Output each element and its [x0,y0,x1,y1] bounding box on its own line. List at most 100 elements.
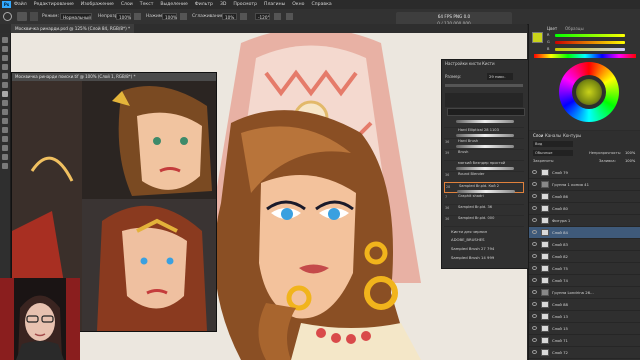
layer-row[interactable]: Слой 15 [529,323,640,335]
brush-folder[interactable]: ADOBE_BRUSHES [444,236,524,243]
layer-row[interactable]: Слой 72 [529,347,640,359]
brush-tip-strip[interactable] [445,93,523,107]
menu-file[interactable]: Файл [14,2,27,7]
visibility-eye-icon[interactable] [532,254,537,258]
lasso-tool-icon[interactable] [2,55,8,61]
brush-tool-icon[interactable] [3,12,12,21]
type-tool-icon[interactable] [2,145,8,151]
visibility-eye-icon[interactable] [532,350,537,354]
visibility-eye-icon[interactable] [532,338,537,342]
eyedropper-tool-icon[interactable] [2,82,8,88]
menu-text[interactable]: Текст [140,2,154,7]
opacity-field[interactable]: 100% [116,13,131,20]
menu-select[interactable]: Выделение [160,2,187,7]
menu-plugins[interactable]: Плагины [264,2,285,7]
pressure-size-icon[interactable] [274,13,281,20]
layer-row[interactable]: Слой 88 [529,299,640,311]
crop-tool-icon[interactable] [2,73,8,79]
symmetry-icon[interactable] [286,13,293,20]
mode-select[interactable]: Нормальный [60,13,92,20]
smudge-tool-icon[interactable] [2,127,8,133]
tab-channels[interactable]: Каналы [545,133,561,138]
move-tool-icon[interactable] [2,37,8,43]
tab-brushes[interactable]: Кисти [482,61,495,66]
brush-size-field[interactable]: 29 пикс. [487,73,513,80]
tab-layers[interactable]: Слои [533,133,543,138]
g-slider[interactable] [555,41,625,44]
tab-brush-settings[interactable]: Настройки кисти [445,61,481,66]
b-slider[interactable] [555,48,625,51]
marquee-tool-icon[interactable] [2,46,8,52]
eraser-tool-icon[interactable] [2,109,8,115]
visibility-eye-icon[interactable] [532,206,537,210]
fill-field[interactable]: 100% [625,159,635,163]
brush-row[interactable]: 36 Sampled Br.pld. 000 [444,215,524,227]
visibility-eye-icon[interactable] [532,326,537,330]
tab-paths[interactable]: Контуры [563,133,581,138]
menu-3d[interactable]: 3D [220,2,226,7]
brush-settings-toggle-icon[interactable] [30,12,38,21]
smoothing-field[interactable]: 10% [222,13,237,20]
brush-folder[interactable]: Кисти для чернил [444,228,524,235]
brush-item[interactable]: Sampled Brush 27 794 [444,245,524,252]
flow-field[interactable]: 100% [162,13,177,20]
brush-item[interactable]: Sampled Brush 14 999 [444,254,524,261]
tab-color[interactable]: Цвет [547,26,557,31]
layer-row[interactable]: Слой 74 [529,275,640,287]
r-slider[interactable] [555,34,625,37]
visibility-eye-icon[interactable] [532,266,537,270]
visibility-eye-icon[interactable] [532,314,537,318]
brush-size-slider[interactable] [445,84,523,87]
brush-tool-icon[interactable] [2,91,8,97]
visibility-eye-icon[interactable] [532,182,537,186]
visibility-eye-icon[interactable] [532,218,537,222]
layer-row[interactable]: Слой 75 [529,263,640,275]
layer-row[interactable]: Слой 79 [529,167,640,179]
layer-row[interactable]: Слой 80 [529,203,640,215]
menu-layers[interactable]: Слои [121,2,133,7]
magic-wand-tool-icon[interactable] [2,64,8,70]
foreground-color-swatch[interactable] [532,32,543,43]
layer-row-selected[interactable]: Слой 84 [529,227,640,239]
clone-stamp-tool-icon[interactable] [2,100,8,106]
angle-field[interactable]: -120° [255,13,270,20]
tab-main-document[interactable]: Москвичка ринарди.psd @ 125% (Слой 84, R… [11,24,135,33]
visibility-eye-icon[interactable] [532,194,537,198]
layer-row[interactable]: Слой 82 [529,251,640,263]
menu-edit[interactable]: Редактирование [34,2,74,7]
layer-row[interactable]: Слой 86 [529,191,640,203]
pen-tool-icon[interactable] [2,136,8,142]
menu-help[interactable]: Справка [311,2,331,7]
layer-row[interactable]: Слой 83 [529,239,640,251]
layer-filter-select[interactable]: Вид [533,141,573,147]
pressure-opacity-icon[interactable] [134,13,141,20]
visibility-eye-icon[interactable] [532,278,537,282]
saturation-brightness-picker[interactable] [576,79,602,105]
smoothing-gear-icon[interactable] [240,13,247,20]
layer-opacity-field[interactable]: 100% [625,151,635,155]
photoshop-logo-icon[interactable]: Ps [2,1,11,8]
menu-view[interactable]: Просмотр [233,2,257,7]
layer-row[interactable]: Группа Londrina 26... [529,287,640,299]
visibility-eye-icon[interactable] [532,170,537,174]
hand-tool-icon[interactable] [2,154,8,160]
gradient-tool-icon[interactable] [2,118,8,124]
visibility-eye-icon[interactable] [532,290,537,294]
zoom-tool-icon[interactable] [2,163,8,169]
brush-row-selected[interactable]: 28 Sampled Br.pld. Кой 2 [444,182,524,193]
brush-preset-picker[interactable] [17,12,27,21]
airbrush-icon[interactable] [180,13,187,20]
color-wheel[interactable] [559,62,619,122]
reference-window-title[interactable]: Москвичка ринарди поиски.tif @ 100% (Сло… [12,73,216,81]
visibility-eye-icon[interactable] [532,230,537,234]
layer-row[interactable]: Фигура 1 [529,215,640,227]
blend-mode-select[interactable]: Обычные [533,150,573,156]
visibility-eye-icon[interactable] [532,302,537,306]
layer-row[interactable]: Слой 71 [529,335,640,347]
layer-row[interactable]: Группа 1 копия 41 [529,179,640,191]
brush-search-input[interactable] [447,108,525,116]
visibility-eye-icon[interactable] [532,242,537,246]
tab-swatches[interactable]: Образцы [565,26,584,31]
menu-filter[interactable]: Фильтр [195,2,213,7]
hue-spectrum-bar[interactable] [534,54,636,58]
